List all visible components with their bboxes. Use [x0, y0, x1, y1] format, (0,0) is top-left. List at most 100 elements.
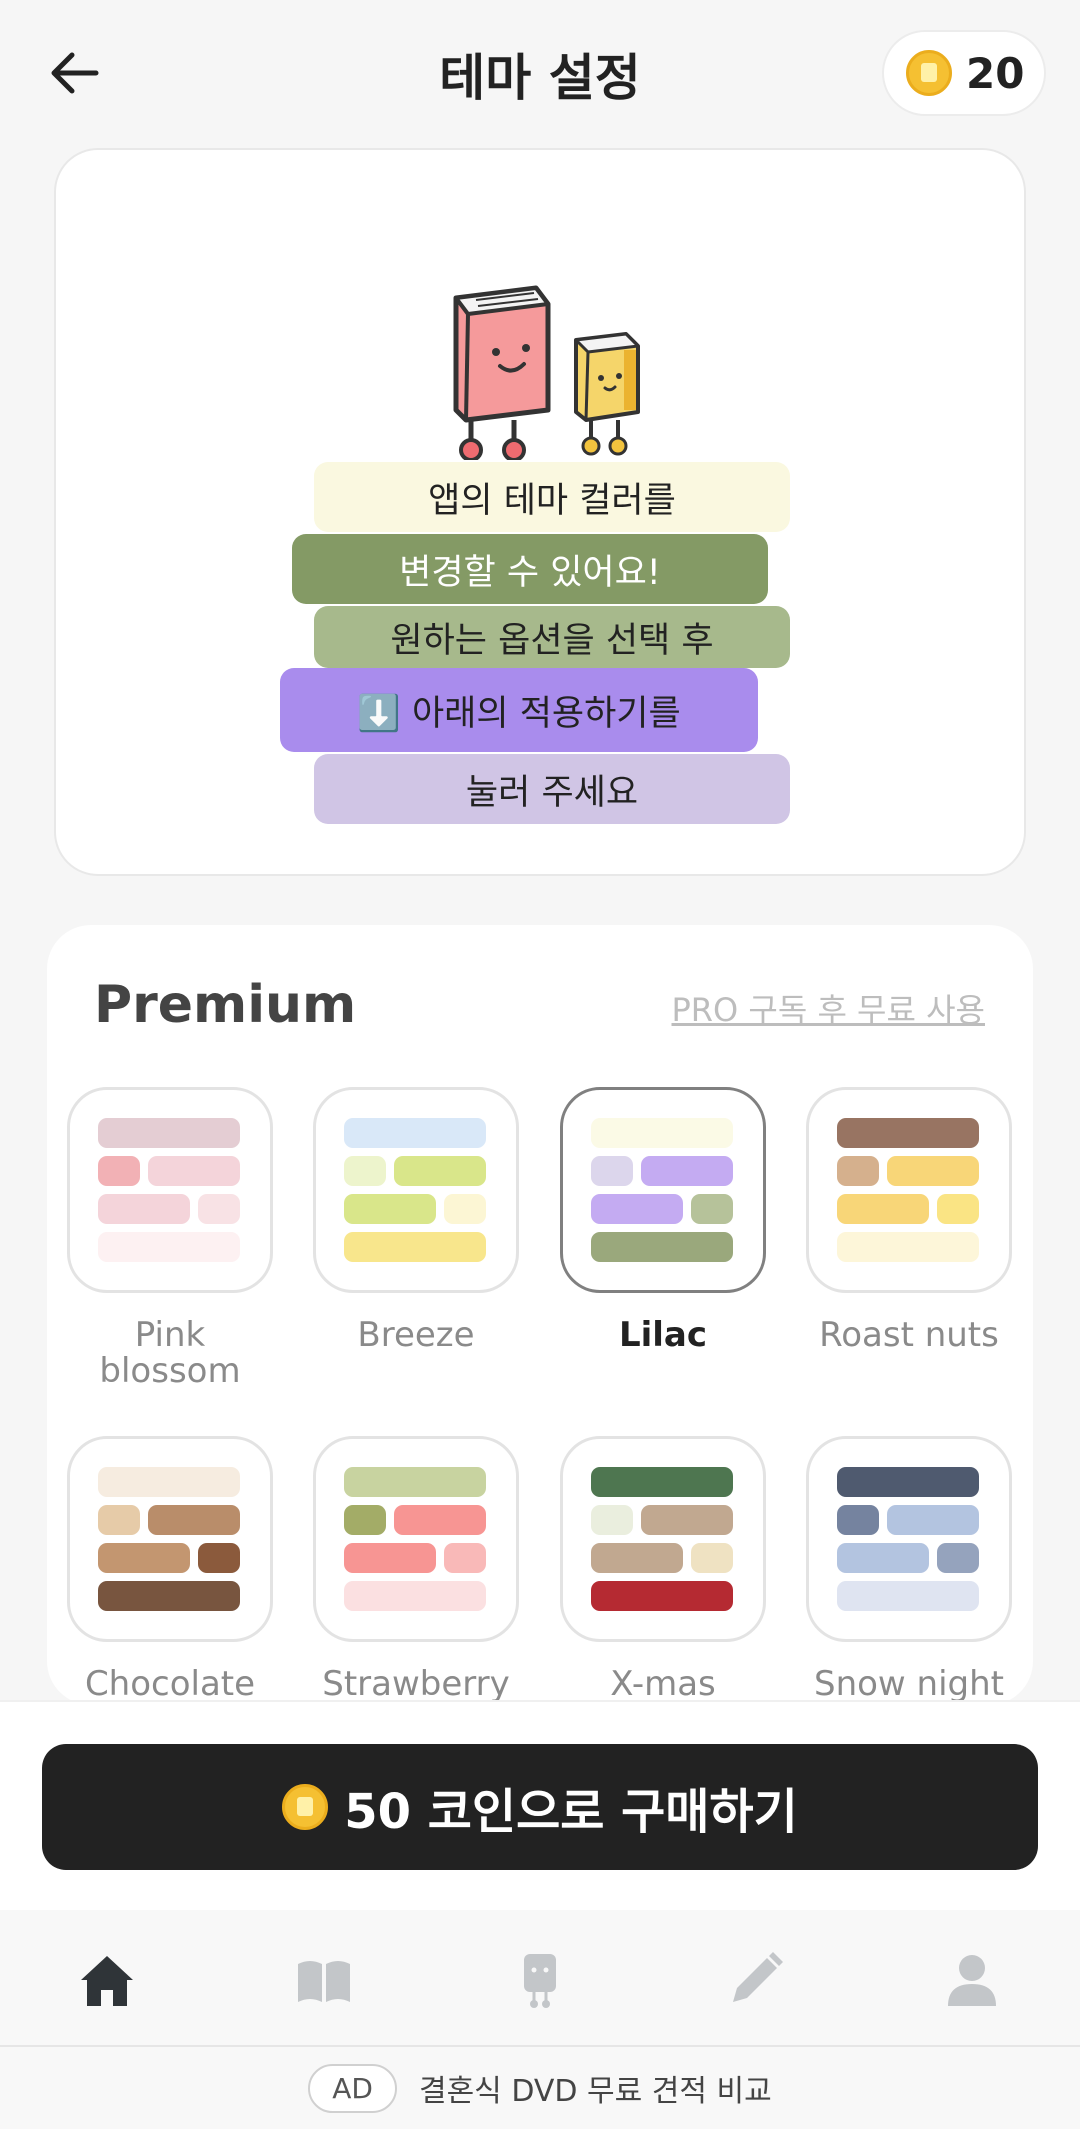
theme-preview[interactable]: [806, 1087, 1012, 1293]
color-swatch: [887, 1505, 979, 1535]
purchase-button[interactable]: 50 코인으로 구매하기: [42, 1744, 1038, 1870]
color-swatch: [444, 1194, 486, 1224]
header: 테마 설정 20: [0, 0, 1080, 145]
coin-count: 20: [966, 48, 1025, 98]
theme-name: Pink blossom: [99, 1315, 241, 1391]
color-swatch: [937, 1194, 979, 1224]
ad-banner[interactable]: AD 결혼식 DVD 무료 견적 비교: [0, 2045, 1080, 2129]
color-swatch: [837, 1543, 929, 1573]
color-swatch: [394, 1156, 486, 1186]
color-swatch: [591, 1467, 733, 1497]
color-swatch: [641, 1156, 733, 1186]
pencil-icon: [733, 1952, 783, 2002]
color-swatch: [591, 1118, 733, 1148]
color-swatch: [344, 1118, 486, 1148]
color-swatch: [344, 1232, 486, 1262]
book-icon: [298, 1961, 350, 2002]
book-mascots-illustration: [453, 285, 640, 460]
color-swatch: [98, 1581, 240, 1611]
nav-library[interactable]: [294, 1950, 354, 2010]
color-swatch: [198, 1194, 240, 1224]
color-swatch: [394, 1505, 486, 1535]
theme-name: Snow night: [813, 1664, 1004, 1704]
color-swatch: [591, 1194, 683, 1224]
color-swatch: [591, 1156, 633, 1186]
color-swatch: [837, 1232, 979, 1262]
color-swatch: [837, 1194, 929, 1224]
nav-character[interactable]: [510, 1950, 570, 2010]
theme-name: Chocolate: [84, 1664, 256, 1704]
theme-intro-card: 앱의 테마 컬러를 변경할 수 있어요! 원하는 옵션을 선택 후 ⬇️ 아래의…: [54, 148, 1026, 876]
color-swatch: [344, 1581, 486, 1611]
pro-subscribe-link[interactable]: PRO 구독 후 무료 사용: [672, 985, 986, 1031]
color-swatch: [837, 1581, 979, 1611]
color-swatch: [591, 1543, 683, 1573]
theme-name: Lilac: [618, 1315, 708, 1355]
theme-preview[interactable]: [67, 1436, 273, 1642]
color-swatch: [98, 1118, 240, 1148]
theme-option-pink-blossom[interactable]: Pink blossom: [67, 1087, 273, 1389]
color-swatch: [344, 1505, 386, 1535]
intro-line-3: 원하는 옵션을 선택 후: [314, 606, 790, 668]
color-swatch: [98, 1156, 140, 1186]
theme-preview[interactable]: [560, 1087, 766, 1293]
purchase-area: 50 코인으로 구매하기: [0, 1700, 1080, 1910]
color-swatch: [444, 1543, 486, 1573]
theme-preview[interactable]: [313, 1087, 519, 1293]
theme-name: Roast nuts: [819, 1315, 999, 1355]
character-icon: [524, 1954, 556, 2008]
theme-name: X-mas: [610, 1664, 716, 1704]
theme-preview[interactable]: [560, 1436, 766, 1642]
coin-icon: [282, 1784, 329, 1830]
person-icon: [948, 1955, 996, 2006]
color-swatch: [937, 1543, 979, 1573]
ad-text: 결혼식 DVD 무료 견적 비교: [418, 2074, 772, 2109]
coin-balance[interactable]: 20: [882, 30, 1046, 116]
theme-option-chocolate[interactable]: Chocolate: [67, 1436, 273, 1702]
color-swatch: [591, 1232, 733, 1262]
theme-preview[interactable]: [806, 1436, 1012, 1642]
color-swatch: [837, 1505, 879, 1535]
intro-line-1: 앱의 테마 컬러를: [314, 462, 790, 532]
color-swatch: [837, 1118, 979, 1148]
theme-option-breeze[interactable]: Breeze: [313, 1087, 519, 1353]
home-icon: [81, 1956, 133, 2006]
theme-name: Breeze: [357, 1315, 475, 1355]
theme-preview[interactable]: [67, 1087, 273, 1293]
coin-icon: [906, 50, 952, 96]
color-swatch: [837, 1156, 879, 1186]
color-swatch: [344, 1156, 386, 1186]
ad-badge: AD: [308, 2063, 397, 2113]
color-swatch: [98, 1505, 140, 1535]
purchase-label: 50 코인으로 구매하기: [344, 1784, 798, 1840]
color-swatch: [344, 1467, 486, 1497]
theme-preview[interactable]: [313, 1436, 519, 1642]
theme-option-lilac[interactable]: Lilac: [560, 1087, 766, 1353]
color-swatch: [148, 1156, 240, 1186]
color-swatch: [98, 1194, 190, 1224]
theme-name: Strawberry: [322, 1664, 510, 1704]
theme-option-x-mas[interactable]: X-mas: [560, 1436, 766, 1702]
color-swatch: [837, 1467, 979, 1497]
theme-option-snow-night[interactable]: Snow night: [806, 1436, 1012, 1702]
color-swatch: [98, 1543, 190, 1573]
color-swatch: [98, 1467, 240, 1497]
theme-option-roast-nuts[interactable]: Roast nuts: [806, 1087, 1012, 1353]
color-swatch: [344, 1543, 436, 1573]
nav-home[interactable]: [77, 1950, 137, 2010]
color-swatch: [148, 1505, 240, 1535]
premium-theme-section: Premium PRO 구독 후 무료 사용 Pink blossom Breez…: [47, 925, 1033, 1705]
nav-profile[interactable]: [942, 1950, 1002, 2010]
intro-line-4: ⬇️ 아래의 적용하기를: [280, 668, 758, 752]
color-swatch: [591, 1505, 633, 1535]
intro-line-5: 눌러 주세요: [314, 754, 790, 824]
nav-write[interactable]: [725, 1950, 785, 2010]
theme-option-strawberry[interactable]: Strawberry: [313, 1436, 519, 1702]
color-swatch: [691, 1543, 733, 1573]
color-swatch: [591, 1581, 733, 1611]
color-swatch: [98, 1232, 240, 1262]
intro-line-2: 변경할 수 있어요!: [292, 534, 768, 604]
color-swatch: [887, 1156, 979, 1186]
color-swatch: [641, 1505, 733, 1535]
premium-title: Premium: [94, 975, 357, 1035]
